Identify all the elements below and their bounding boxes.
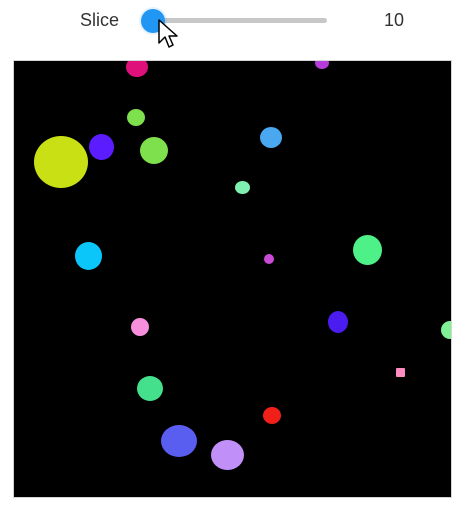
segment-blob — [126, 61, 148, 77]
segment-blob — [131, 318, 149, 336]
app-window: Slice 10 — [0, 0, 466, 507]
segment-blob — [137, 376, 163, 401]
segment-blob — [140, 137, 168, 164]
segment-blob — [89, 134, 114, 160]
segment-blob — [328, 311, 348, 333]
segment-blob — [396, 368, 405, 377]
segment-blob — [264, 254, 274, 264]
segment-blob — [34, 136, 88, 188]
slice-value: 10 — [384, 10, 405, 30]
mouse-cursor-icon — [158, 19, 178, 48]
segment-blob — [263, 407, 281, 424]
segment-blob — [441, 321, 451, 339]
segment-blob — [235, 181, 250, 194]
segment-blob — [353, 235, 382, 265]
segment-blob — [315, 61, 329, 69]
segment-blob — [161, 425, 197, 457]
slice-slider-row: Slice 10 — [0, 0, 466, 48]
segment-blob — [211, 440, 244, 470]
segmentation-image-view — [13, 60, 452, 498]
segment-blob — [75, 242, 102, 270]
slice-label: Slice — [80, 10, 120, 30]
segment-blob — [127, 109, 145, 126]
segment-blob — [260, 127, 282, 148]
